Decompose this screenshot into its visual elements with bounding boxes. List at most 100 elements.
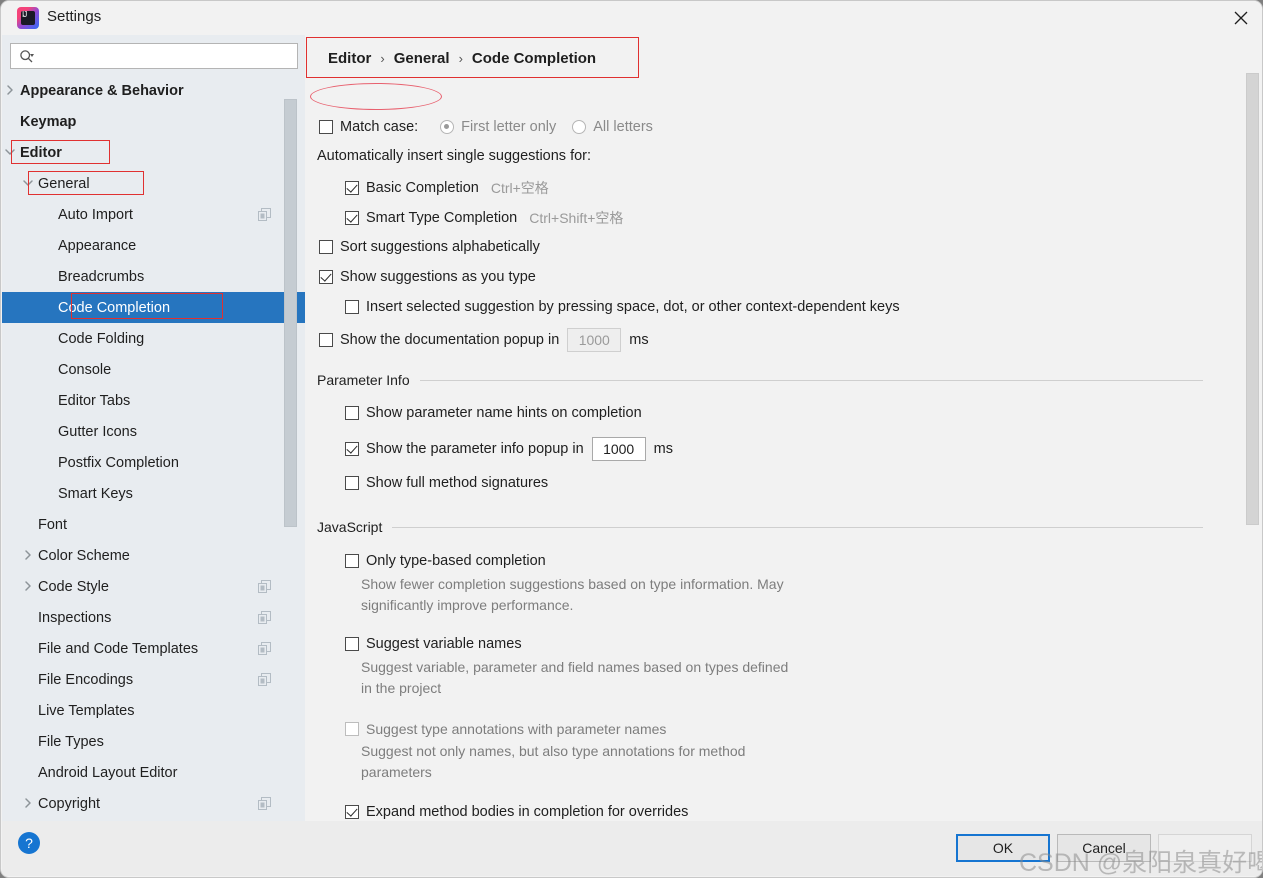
sidebar-item-color-scheme[interactable]: Color Scheme bbox=[2, 540, 292, 571]
ok-button[interactable]: OK bbox=[956, 834, 1050, 862]
content-scrollbar-track[interactable] bbox=[1246, 35, 1261, 823]
match-case-checkbox[interactable] bbox=[319, 120, 333, 134]
copy-settings-icon[interactable] bbox=[258, 641, 272, 656]
chevron-down-icon[interactable] bbox=[4, 146, 18, 160]
sidebar-item-live-templates[interactable]: Live Templates bbox=[2, 695, 292, 726]
sidebar-item-appearance-behavior[interactable]: Appearance & Behavior bbox=[2, 75, 292, 106]
sidebar-scrollbar-thumb[interactable] bbox=[284, 99, 297, 527]
full-signatures-checkbox[interactable] bbox=[345, 476, 359, 490]
sidebar-item-label: Smart Keys bbox=[58, 485, 133, 502]
cancel-button[interactable]: Cancel bbox=[1057, 834, 1151, 862]
sidebar-item-editor[interactable]: Editor bbox=[2, 137, 292, 168]
copy-settings-icon[interactable] bbox=[258, 796, 272, 811]
auto-insert-heading: Automatically insert single suggestions … bbox=[317, 148, 592, 164]
chevron-right-icon[interactable] bbox=[22, 580, 36, 594]
smart-type-completion-checkbox[interactable] bbox=[345, 211, 359, 225]
expand-method-bodies-checkbox[interactable] bbox=[345, 805, 359, 819]
sidebar-item-label: Gutter Icons bbox=[58, 423, 137, 440]
sort-suggestions-row: Sort suggestions alphabetically bbox=[319, 239, 540, 255]
search-icon bbox=[19, 49, 35, 65]
sidebar-item-file-encodings[interactable]: File Encodings bbox=[2, 664, 292, 695]
only-type-based-desc-line1: Show fewer completion suggestions based … bbox=[361, 576, 784, 592]
only-type-based-checkbox[interactable] bbox=[345, 554, 359, 568]
parameter-info-group-header: Parameter Info bbox=[317, 372, 1203, 388]
sidebar-item-keymap[interactable]: Keymap bbox=[2, 106, 292, 137]
sidebar-item-file-and-code-templates[interactable]: File and Code Templates bbox=[2, 633, 292, 664]
param-name-hints-row: Show parameter name hints on completion bbox=[345, 405, 642, 421]
copy-settings-icon[interactable] bbox=[258, 610, 272, 625]
search-field[interactable] bbox=[10, 43, 298, 69]
sidebar-item-file-types[interactable]: File Types bbox=[2, 726, 292, 757]
sidebar-item-code-style[interactable]: Code Style bbox=[2, 571, 292, 602]
doc-popup-checkbox[interactable] bbox=[319, 333, 333, 347]
search-input[interactable] bbox=[41, 45, 293, 67]
sidebar-item-code-completion[interactable]: Code Completion bbox=[2, 292, 305, 323]
chevron-right-icon[interactable] bbox=[22, 549, 36, 563]
chevron-right-icon[interactable] bbox=[22, 797, 36, 811]
chevron-down-icon[interactable] bbox=[22, 177, 36, 191]
content-scrollbar-thumb[interactable] bbox=[1246, 73, 1259, 525]
javascript-group-header: JavaScript bbox=[317, 519, 1203, 535]
sidebar-item-inspections[interactable]: Inspections bbox=[2, 602, 292, 633]
param-info-popup-label: Show the parameter info popup in bbox=[366, 441, 584, 457]
all-letters-radio[interactable] bbox=[572, 120, 587, 134]
suggest-variable-names-checkbox[interactable] bbox=[345, 637, 359, 651]
sidebar-item-font[interactable]: Font bbox=[2, 509, 292, 540]
sidebar-item-postfix-completion[interactable]: Postfix Completion bbox=[2, 447, 292, 478]
doc-popup-delay-input[interactable]: 1000 bbox=[567, 328, 622, 352]
copy-settings-icon[interactable] bbox=[258, 579, 272, 594]
settings-tree: Appearance & Behavior Keymap Editor General… bbox=[2, 75, 305, 823]
sidebar-item-general[interactable]: General bbox=[2, 168, 292, 199]
sidebar-item-auto-import[interactable]: Auto Import bbox=[2, 199, 292, 230]
chevron-right-icon[interactable] bbox=[4, 84, 18, 98]
breadcrumb-separator: › bbox=[458, 50, 463, 66]
expand-method-bodies-label: Expand method bodies in completion for o… bbox=[366, 804, 689, 820]
param-info-delay-input[interactable]: 1000 bbox=[591, 437, 646, 461]
copy-settings-icon[interactable] bbox=[258, 207, 272, 222]
suggest-type-annotations-checkbox[interactable] bbox=[345, 722, 359, 736]
sort-suggestions-label: Sort suggestions alphabetically bbox=[340, 239, 540, 255]
suggest-type-annotations-desc-line2: parameters bbox=[361, 764, 432, 780]
sidebar-item-label: Editor bbox=[20, 144, 62, 161]
close-icon[interactable] bbox=[1218, 1, 1262, 35]
sidebar-item-label: Auto Import bbox=[58, 206, 133, 223]
sidebar-item-code-folding[interactable]: Code Folding bbox=[2, 323, 292, 354]
param-info-popup-checkbox[interactable] bbox=[345, 442, 359, 456]
sidebar-item-copyright[interactable]: Copyright bbox=[2, 788, 292, 819]
doc-popup-unit: ms bbox=[629, 332, 649, 348]
suggest-variable-names-label: Suggest variable names bbox=[366, 636, 522, 652]
sidebar-item-label: Console bbox=[58, 361, 112, 378]
param-info-unit: ms bbox=[653, 441, 673, 457]
match-case-row: Match case: First letter only All letter… bbox=[319, 119, 653, 135]
apply-button[interactable] bbox=[1158, 834, 1252, 862]
suggest-type-annotations-label: Suggest type annotations with parameter … bbox=[366, 721, 667, 737]
sidebar-item-breadcrumbs[interactable]: Breadcrumbs bbox=[2, 261, 292, 292]
sidebar-item-android-layout-editor[interactable]: Android Layout Editor bbox=[2, 757, 292, 788]
copy-settings-icon[interactable] bbox=[258, 672, 272, 687]
basic-completion-shortcut: Ctrl+空格 bbox=[490, 180, 549, 196]
sidebar-item-console[interactable]: Console bbox=[2, 354, 292, 385]
show-suggestions-checkbox[interactable] bbox=[319, 270, 333, 284]
breadcrumb-item-general[interactable]: General bbox=[394, 50, 450, 67]
insert-selected-checkbox[interactable] bbox=[345, 300, 359, 314]
sidebar-item-appearance[interactable]: Appearance bbox=[2, 230, 292, 261]
sidebar-item-gutter-icons[interactable]: Gutter Icons bbox=[2, 416, 292, 447]
breadcrumb-item-editor[interactable]: Editor bbox=[328, 50, 371, 67]
only-type-based-desc-line2: significantly improve performance. bbox=[361, 597, 574, 613]
basic-completion-checkbox[interactable] bbox=[345, 181, 359, 195]
suggest-variable-names-row: Suggest variable names bbox=[345, 636, 522, 652]
show-suggestions-row: Show suggestions as you type bbox=[319, 269, 536, 285]
suggest-type-annotations-desc-line1: Suggest not only names, but also type an… bbox=[361, 743, 746, 759]
sidebar-scrollbar-track[interactable] bbox=[284, 35, 301, 783]
sidebar-item-label: Android Layout Editor bbox=[38, 764, 178, 781]
param-name-hints-checkbox[interactable] bbox=[345, 406, 359, 420]
sidebar-item-editor-tabs[interactable]: Editor Tabs bbox=[2, 385, 292, 416]
sidebar-item-label: Code Folding bbox=[58, 330, 145, 347]
sidebar-item-smart-keys[interactable]: Smart Keys bbox=[2, 478, 292, 509]
smart-type-completion-label: Smart Type Completion bbox=[366, 210, 518, 226]
sort-suggestions-checkbox[interactable] bbox=[319, 240, 333, 254]
first-letter-only-radio[interactable] bbox=[440, 120, 455, 134]
help-button[interactable]: ? bbox=[18, 832, 40, 854]
sidebar-item-label: General bbox=[38, 175, 90, 192]
sidebar-item-label: Inspections bbox=[38, 609, 112, 626]
